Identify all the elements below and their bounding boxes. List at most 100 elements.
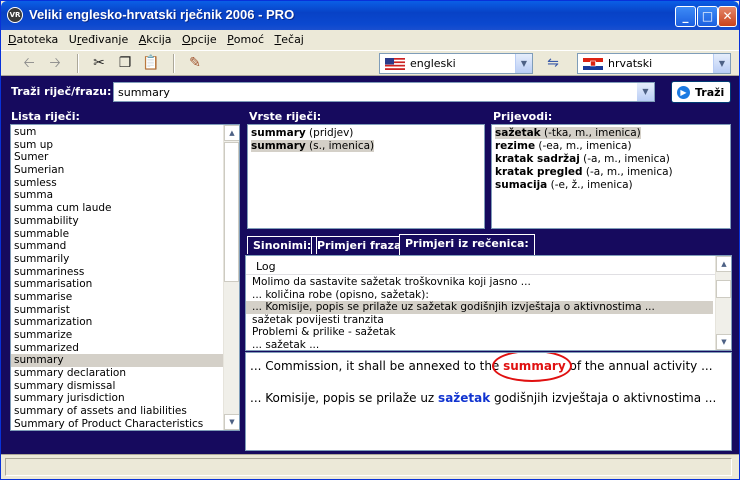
chevron-down-icon[interactable]: ▼ <box>515 54 532 73</box>
translations-list[interactable]: sažetak (-tka, m., imenica) rezime (-ea, … <box>491 124 731 229</box>
menu-tecaj[interactable]: Tečaj <box>268 30 304 46</box>
chevron-down-icon[interactable]: ▼ <box>713 54 730 73</box>
list-item[interactable]: summariness <box>11 266 239 279</box>
menu-opcije[interactable]: Opcije <box>175 30 217 46</box>
list-item[interactable]: summary of assets and liabilities <box>11 405 239 418</box>
examples-scrollbar[interactable]: ▲ ▼ <box>715 256 731 350</box>
croatian-flag-icon <box>583 58 603 70</box>
list-item[interactable]: summarise <box>11 291 239 304</box>
word-types-label: Vrste riječi: <box>249 110 322 123</box>
list-item[interactable]: Sumerian <box>11 164 239 177</box>
examples-header: Log <box>246 256 731 275</box>
tab-primjeri-fraza[interactable]: Primjeri fraza: <box>311 236 412 254</box>
list-item[interactable]: summability <box>11 215 239 228</box>
menu-pomoc[interactable]: Pomoć <box>220 30 264 46</box>
list-item[interactable]: sumacija (-e, ž., imenica) <box>492 179 730 192</box>
list-item[interactable]: summarily <box>11 253 239 266</box>
minimize-button[interactable]: _ <box>675 6 696 27</box>
example-croatian: ... Komisije, popis se prilaže uz sažeta… <box>250 391 716 405</box>
entry-text: summary (pridjev) <box>251 127 353 139</box>
search-label: Traži riječ/frazu: <box>11 85 112 98</box>
source-language-select[interactable]: engleski ▼ <box>379 53 533 74</box>
list-item[interactable]: summarize <box>11 329 239 342</box>
swap-languages-icon[interactable]: ⇋ <box>543 54 563 72</box>
list-item[interactable]: summary (s., imenica) <box>248 140 484 153</box>
cut-icon[interactable]: ✂ <box>89 54 109 72</box>
word-list-label: Lista riječi: <box>11 110 80 123</box>
list-item[interactable]: sažetak (-tka, m., imenica) <box>492 127 730 140</box>
search-input[interactable]: summary ▼ <box>113 82 655 102</box>
target-language-select[interactable]: hrvatski ▼ <box>577 53 731 74</box>
table-row[interactable]: Molimo da sastavite sažetak troškovnika … <box>246 276 713 289</box>
list-item[interactable]: kratak sadržaj (-a, m., imenica) <box>492 153 730 166</box>
word-list[interactable]: sum sum up Sumer Sumerian sumless summa summa … <box>10 124 240 431</box>
close-button[interactable]: ✕ <box>718 6 737 27</box>
list-item[interactable]: summarisation <box>11 278 239 291</box>
scroll-thumb[interactable] <box>716 280 731 298</box>
highlight-circle <box>492 353 572 382</box>
list-item[interactable]: summa cum laude <box>11 202 239 215</box>
list-item[interactable]: summary jurisdiction <box>11 392 239 405</box>
search-button[interactable]: ▶ Traži <box>671 81 731 103</box>
play-icon: ▶ <box>677 86 690 99</box>
examples-list[interactable]: Log Molimo da sastavite sažetak troškovn… <box>245 255 732 351</box>
list-item[interactable]: summary <box>11 354 239 368</box>
list-item[interactable]: summarization <box>11 316 239 329</box>
entry-text: rezime (-ea, m., imenica) <box>495 140 632 152</box>
scroll-down-icon[interactable]: ▼ <box>224 414 239 430</box>
tab-sinonimi[interactable]: Sinonimi: <box>247 236 318 254</box>
forward-arrow-icon[interactable]: 🡢 <box>45 54 65 72</box>
list-item[interactable]: summarist <box>11 304 239 317</box>
example-croatian-highlight: sažetak <box>438 391 491 405</box>
maximize-button[interactable]: □ <box>697 6 718 27</box>
table-row[interactable]: ... količina robe (opisno, sažetak): <box>246 289 713 302</box>
word-types-list[interactable]: summary (pridjev) summary (s., imenica) <box>247 124 485 229</box>
scroll-up-icon[interactable]: ▲ <box>716 256 731 272</box>
list-item[interactable]: sum up <box>11 139 239 152</box>
entry-info: (-a, m., imenica) <box>579 153 670 165</box>
menu-accelerator: O <box>182 33 191 46</box>
menu-datoteka[interactable]: Datoteka <box>1 30 58 46</box>
chevron-down-icon[interactable]: ▼ <box>637 83 654 101</box>
list-item[interactable]: summary (pridjev) <box>248 127 484 140</box>
menu-akcija[interactable]: Akcija <box>132 30 172 46</box>
scroll-up-icon[interactable]: ▲ <box>224 125 239 141</box>
table-row[interactable]: Problemi & prilike - sažetak <box>246 326 713 339</box>
table-row[interactable]: ... sažetak ... <box>246 339 713 351</box>
source-language-value: engleski <box>410 57 456 70</box>
list-item[interactable]: summary declaration <box>11 367 239 380</box>
list-item[interactable]: sumless <box>11 177 239 190</box>
list-item[interactable]: Sumer <box>11 151 239 164</box>
translations-label: Prijevodi: <box>493 110 553 123</box>
list-item[interactable]: summarized <box>11 342 239 355</box>
word-list-scrollbar[interactable]: ▲ ▼ <box>223 125 239 430</box>
back-arrow-icon[interactable]: 🡠 <box>19 54 39 72</box>
list-item[interactable]: rezime (-ea, m., imenica) <box>492 140 730 153</box>
entry-word: kratak pregled <box>495 166 583 178</box>
edit-book-icon[interactable]: ✎ <box>185 54 205 72</box>
table-row[interactable]: ... Komisije, popis se prilaže uz sažeta… <box>246 301 713 314</box>
menu-uredivanje[interactable]: Uređivanje <box>62 30 128 46</box>
paste-icon[interactable]: 📋 <box>141 54 161 72</box>
list-item[interactable]: summary dismissal <box>11 380 239 393</box>
entry-info: (-a, m., imenica) <box>582 166 673 178</box>
entry-word: sažetak <box>495 127 541 139</box>
app-icon[interactable]: VR <box>7 7 23 23</box>
list-item[interactable]: sum <box>11 126 239 139</box>
copy-icon[interactable]: ❐ <box>115 54 135 72</box>
entry-text: sumacija (-e, ž., imenica) <box>495 179 633 191</box>
tab-primjeri-iz-recenica[interactable]: Primjeri iz rečenica: <box>399 234 535 255</box>
menu-label-part: U <box>68 33 77 46</box>
list-item[interactable]: summand <box>11 240 239 253</box>
list-item[interactable]: Summary of Product Characteristics <box>11 418 239 430</box>
scroll-thumb[interactable] <box>224 142 239 282</box>
entry-word: summary <box>251 140 306 152</box>
menu-label-part: atoteka <box>16 33 59 46</box>
list-item[interactable]: kratak pregled (-a, m., imenica) <box>492 166 730 179</box>
list-item[interactable]: summa <box>11 189 239 202</box>
table-row[interactable]: sažetak povijesti tranzita <box>246 314 713 327</box>
example-detail: ... Commission, it shall be annexed to t… <box>245 352 732 451</box>
scroll-down-icon[interactable]: ▼ <box>716 334 731 350</box>
title-bar[interactable]: VR Veliki englesko-hrvatski rječnik 2006… <box>1 1 739 30</box>
list-item[interactable]: summable <box>11 228 239 241</box>
